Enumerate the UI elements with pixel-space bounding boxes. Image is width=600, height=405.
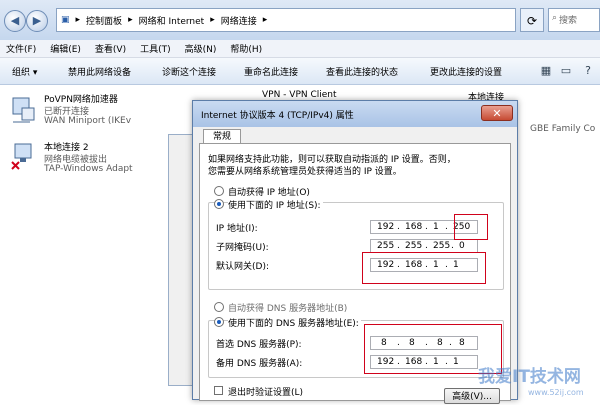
search-input[interactable]: ⌕ 搜索 <box>548 8 600 32</box>
organize-button[interactable]: 组织 ▾ <box>12 65 37 78</box>
auto-dns-radio[interactable] <box>214 302 224 312</box>
chevron-right-icon: ▸ <box>262 15 268 25</box>
refresh-button[interactable]: ⟳ <box>520 8 544 32</box>
manual-dns-radio[interactable] <box>214 317 224 327</box>
menu-tools[interactable]: 工具(T) <box>140 42 171 55</box>
adapter-name-vpn[interactable]: VPN - VPN Client <box>262 90 337 100</box>
breadcrumb-item[interactable]: 网络连接 <box>221 14 257 27</box>
breadcrumb-item[interactable]: 控制面板 <box>86 14 122 27</box>
exit-validate-label[interactable]: 退出时验证设置(L) <box>228 385 303 398</box>
list-item[interactable]: PoVPN网络加速器 已断开连接 WAN Miniport (IKEv <box>10 92 160 136</box>
subnet-mask-input[interactable]: 255. 255. 255. 0 <box>370 239 478 253</box>
list-item[interactable]: 本地连接 2 网络电缆被拔出 TAP-Windows Adapt <box>10 140 160 184</box>
menu-advanced[interactable]: 高级(N) <box>185 42 217 55</box>
highlight-gateway <box>362 252 486 284</box>
close-button[interactable]: ✕ <box>481 105 513 121</box>
menu-bar: 文件(F) 编辑(E) 查看(V) 工具(T) 高级(N) 帮助(H) <box>0 40 600 58</box>
auto-ip-radio[interactable] <box>214 186 224 196</box>
chevron-right-icon: ▸ <box>75 15 81 25</box>
highlight-ip-last-octet <box>454 214 488 240</box>
computer-icon: ▣ <box>61 15 70 25</box>
chevron-right-icon: ▸ <box>128 15 133 25</box>
network-adapter-icon <box>11 143 32 170</box>
diagnose-button[interactable]: 诊断这个连接 <box>162 65 216 78</box>
adapter-device: WAN Miniport (IKEv <box>44 116 132 126</box>
command-bar: 组织 ▾ 禁用此网络设备 诊断这个连接 重命名此连接 查看此连接的状态 更改此连… <box>0 58 600 85</box>
exit-validate-checkbox[interactable] <box>214 386 223 395</box>
manual-dns-label[interactable]: 使用下面的 DNS 服务器地址(E): <box>228 316 361 329</box>
auto-dns-label[interactable]: 自动获得 DNS 服务器地址(B) <box>228 301 347 314</box>
manual-ip-label[interactable]: 使用下面的 IP 地址(S): <box>228 198 323 211</box>
help-icon[interactable]: ? <box>580 63 596 78</box>
dialog-titlebar[interactable]: Internet 协议版本 4 (TCP/IPv4) 属性 ✕ <box>193 101 517 127</box>
refresh-icon: ⟳ <box>526 14 538 28</box>
menu-help[interactable]: 帮助(H) <box>230 42 262 55</box>
chevron-right-icon: ▸ <box>210 15 215 25</box>
search-icon: ⌕ <box>552 13 558 23</box>
watermark-url: www.52ij.com <box>528 388 584 397</box>
adapter-device: TAP-Windows Adapt <box>44 164 133 174</box>
manual-ip-radio[interactable] <box>214 199 224 209</box>
tab-general[interactable]: 常规 <box>203 129 241 144</box>
ipv4-properties-dialog: Internet 协议版本 4 (TCP/IPv4) 属性 ✕ 常规 如果网络支… <box>192 100 518 404</box>
preferred-dns-label: 首选 DNS 服务器(P): <box>216 340 302 350</box>
rename-button[interactable]: 重命名此连接 <box>244 65 298 78</box>
change-settings-button[interactable]: 更改此连接的设置 <box>430 65 502 78</box>
view-status-button[interactable]: 查看此连接的状态 <box>326 65 398 78</box>
menu-file[interactable]: 文件(F) <box>6 42 36 55</box>
network-adapter-icon <box>12 97 35 123</box>
auto-ip-label[interactable]: 自动获得 IP 地址(O) <box>228 185 310 198</box>
close-icon: ✕ <box>492 107 502 120</box>
back-button[interactable]: ◀ <box>4 10 26 32</box>
forward-button[interactable]: ▶ <box>26 10 48 32</box>
menu-edit[interactable]: 编辑(E) <box>50 42 81 55</box>
watermark: 我爱IT技术网 <box>478 367 581 387</box>
view-options-icon[interactable]: ▦ <box>538 63 554 78</box>
adapter-device-family: GBE Family Co <box>530 124 596 134</box>
breadcrumb[interactable]: ▣ ▸ 控制面板 ▸ 网络和 Internet ▸ 网络连接 ▸ <box>56 8 516 32</box>
ip-address-label: IP 地址(I): <box>216 224 258 234</box>
dialog-title: Internet 协议版本 4 (TCP/IPv4) 属性 <box>201 111 354 121</box>
search-placeholder: 搜索 <box>559 16 578 26</box>
alternate-dns-label: 备用 DNS 服务器(A): <box>216 359 303 369</box>
breadcrumb-item[interactable]: 网络和 Internet <box>139 14 205 27</box>
preview-pane-icon[interactable]: ▭ <box>558 63 574 78</box>
default-gateway-label: 默认网关(D): <box>216 262 269 272</box>
intro-text-line2: 您需要从网络系统管理员处获得适当的 IP 设置。 <box>208 167 402 177</box>
subnet-mask-label: 子网掩码(U): <box>216 243 269 253</box>
advanced-button[interactable]: 高级(V)... <box>444 388 500 404</box>
menu-view[interactable]: 查看(V) <box>95 42 126 55</box>
address-bar: ◀ ▶ ▣ ▸ 控制面板 ▸ 网络和 Internet ▸ 网络连接 ▸ ⟳ ⌕… <box>0 0 600 41</box>
disable-device-button[interactable]: 禁用此网络设备 <box>68 65 131 78</box>
general-panel: 如果网络支持此功能，则可以获取自动指派的 IP 设置。否则， 您需要从网络系统管… <box>199 143 511 404</box>
